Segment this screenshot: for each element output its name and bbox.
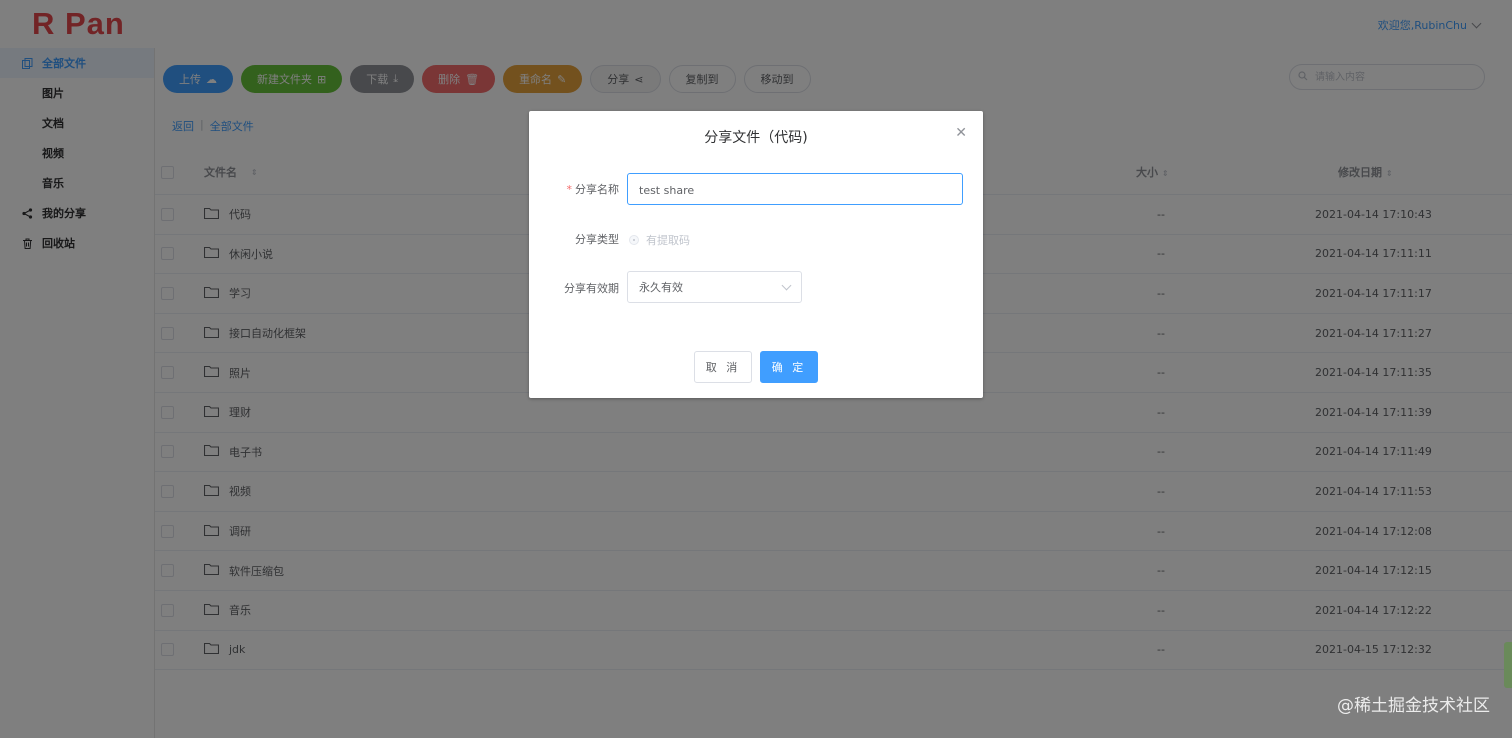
- chevron-down-icon: [781, 280, 792, 290]
- share-expiry-label: 分享有效期: [564, 282, 619, 295]
- confirm-button[interactable]: 确 定: [760, 351, 818, 383]
- side-widget[interactable]: [1504, 642, 1512, 688]
- share-expiry-select[interactable]: 永久有效: [627, 271, 802, 303]
- share-name-input[interactable]: [628, 174, 951, 206]
- share-name-label-wrap: * 分享名称: [529, 181, 620, 197]
- share-dialog: 分享文件（代码) ✕ *分享名称 分享类型 有提取码 分享有效期 永久有效 取 …: [529, 111, 983, 398]
- watermark: @稀土掘金技术社区: [1337, 696, 1490, 716]
- close-icon[interactable]: ✕: [955, 125, 967, 141]
- share-type-radio[interactable]: 有提取码: [629, 232, 690, 248]
- required-mark: *: [566, 183, 573, 196]
- dialog-title: 分享文件（代码): [704, 130, 808, 146]
- radio-icon: [629, 235, 639, 245]
- share-type-label: 分享类型: [575, 233, 619, 246]
- share-name-label: 分享名称: [575, 183, 619, 196]
- share-name-field: [627, 173, 963, 206]
- share-expiry-value: 永久有效: [639, 281, 683, 294]
- share-type-option: 有提取码: [646, 234, 690, 247]
- cancel-button[interactable]: 取 消: [694, 351, 752, 383]
